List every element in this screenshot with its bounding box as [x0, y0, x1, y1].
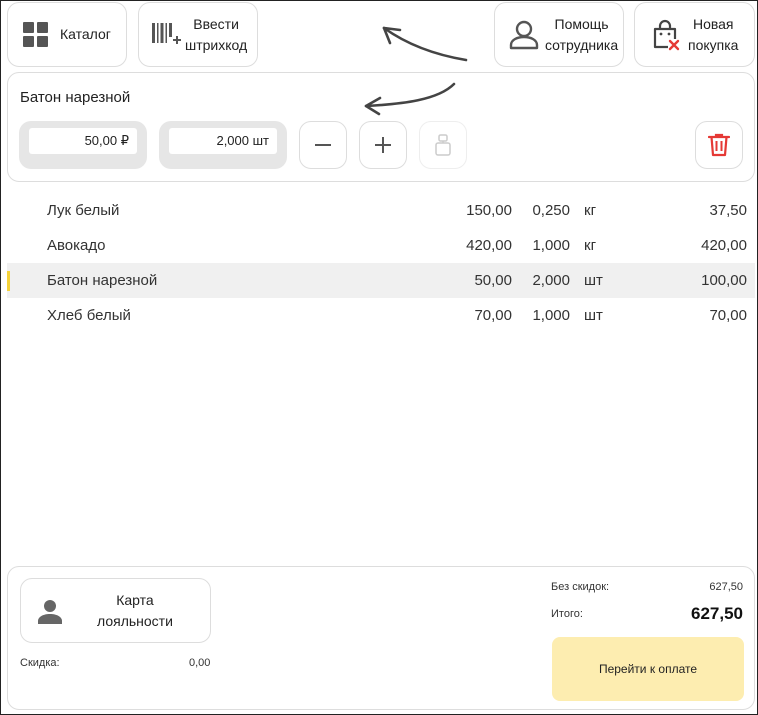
receipt-item-list: Лук белый 150,00 0,250 кг 37,50 Авокадо …: [7, 193, 755, 333]
minus-icon: [315, 144, 331, 146]
barcode-label-line1: Ввести: [193, 15, 239, 32]
list-item[interactable]: Авокадо 420,00 1,000 кг 420,00: [7, 228, 755, 263]
new-purchase-label: Новая покупка: [688, 14, 738, 56]
item-sum: 37,50: [709, 202, 747, 219]
item-quantity: 1,000: [532, 237, 570, 254]
catalog-label: Каталог: [60, 26, 111, 42]
discount-value: 0,00: [189, 657, 211, 669]
loyalty-card-button[interactable]: Карта лояльности: [20, 578, 211, 643]
barcode-label-line2: штрихкод: [185, 36, 248, 53]
item-name: Авокадо: [47, 237, 106, 254]
item-name: Хлеб белый: [47, 307, 131, 324]
selection-marker: [7, 271, 10, 291]
person-filled-icon: [38, 599, 62, 624]
no-discount-value: 627,50: [709, 581, 743, 593]
total-label: Итого:: [551, 608, 583, 620]
staff-help-button[interactable]: Помощь сотрудника: [494, 2, 624, 67]
list-item-selected[interactable]: Батон нарезной 50,00 2,000 шт 100,00: [7, 263, 755, 298]
item-sum: 70,00: [709, 307, 747, 324]
trash-icon: [708, 133, 730, 157]
item-unit: шт: [584, 272, 603, 289]
weight-icon: [435, 134, 451, 156]
item-quantity: 1,000: [532, 307, 570, 324]
item-name: Батон нарезной: [47, 272, 158, 289]
quantity-input[interactable]: 2,000 шт: [169, 128, 277, 154]
barcode-plus-icon: [152, 22, 181, 44]
item-unit: шт: [584, 307, 603, 324]
plus-icon: [375, 137, 391, 153]
no-discount-label: Без скидок:: [551, 581, 610, 593]
discount-label: Скидка:: [20, 657, 60, 669]
item-sum: 420,00: [701, 237, 747, 254]
loyalty-card-label: Карта лояльности: [97, 590, 173, 632]
selected-product-name: Батон нарезной: [20, 89, 131, 106]
loyalty-card-line1: Карта: [116, 591, 154, 608]
person-icon: [509, 20, 539, 49]
staff-help-line1: Помощь: [554, 15, 609, 32]
item-unit: кг: [584, 237, 597, 254]
quantity-field[interactable]: 2,000 шт: [159, 121, 287, 169]
catalog-button[interactable]: Каталог: [7, 2, 127, 67]
item-name: Лук белый: [47, 202, 120, 219]
grid-icon: [23, 21, 48, 47]
delete-item-button[interactable]: [695, 121, 743, 169]
new-purchase-line1: Новая: [692, 15, 734, 32]
annotation-arrow-top: [382, 26, 468, 62]
total-value: 627,50: [691, 604, 743, 623]
new-purchase-button[interactable]: Новая покупка: [634, 2, 755, 67]
loyalty-card-line2: лояльности: [97, 612, 173, 629]
price-field[interactable]: 50,00 ₽: [19, 121, 147, 169]
price-input[interactable]: 50,00 ₽: [29, 128, 137, 154]
list-item[interactable]: Хлеб белый 70,00 1,000 шт 70,00: [7, 298, 755, 333]
shopping-bag-cancel-icon: [653, 19, 680, 51]
decrease-quantity-button[interactable]: [299, 121, 347, 169]
proceed-to-payment-button[interactable]: Перейти к оплате: [552, 637, 744, 701]
item-price: 50,00: [474, 272, 512, 289]
barcode-label: Ввести штрихкод: [185, 14, 247, 56]
staff-help-line2: сотрудника: [545, 36, 619, 53]
item-price: 420,00: [466, 237, 512, 254]
item-unit: кг: [584, 202, 597, 219]
weigh-button[interactable]: [419, 121, 467, 169]
list-item[interactable]: Лук белый 150,00 0,250 кг 37,50: [7, 193, 755, 228]
item-price: 150,00: [466, 202, 512, 219]
staff-help-label: Помощь сотрудника: [545, 14, 618, 56]
enter-barcode-button[interactable]: Ввести штрихкод: [138, 2, 258, 67]
selected-product-panel: Батон нарезной 50,00 ₽ 2,000 шт: [7, 72, 755, 182]
item-sum: 100,00: [701, 272, 747, 289]
item-quantity: 0,250: [532, 202, 570, 219]
checkout-summary-panel: Карта лояльности Скидка: 0,00 Без скидок…: [7, 566, 755, 710]
new-purchase-line2: покупка: [688, 36, 739, 53]
item-quantity: 2,000: [532, 272, 570, 289]
increase-quantity-button[interactable]: [359, 121, 407, 169]
item-price: 70,00: [474, 307, 512, 324]
